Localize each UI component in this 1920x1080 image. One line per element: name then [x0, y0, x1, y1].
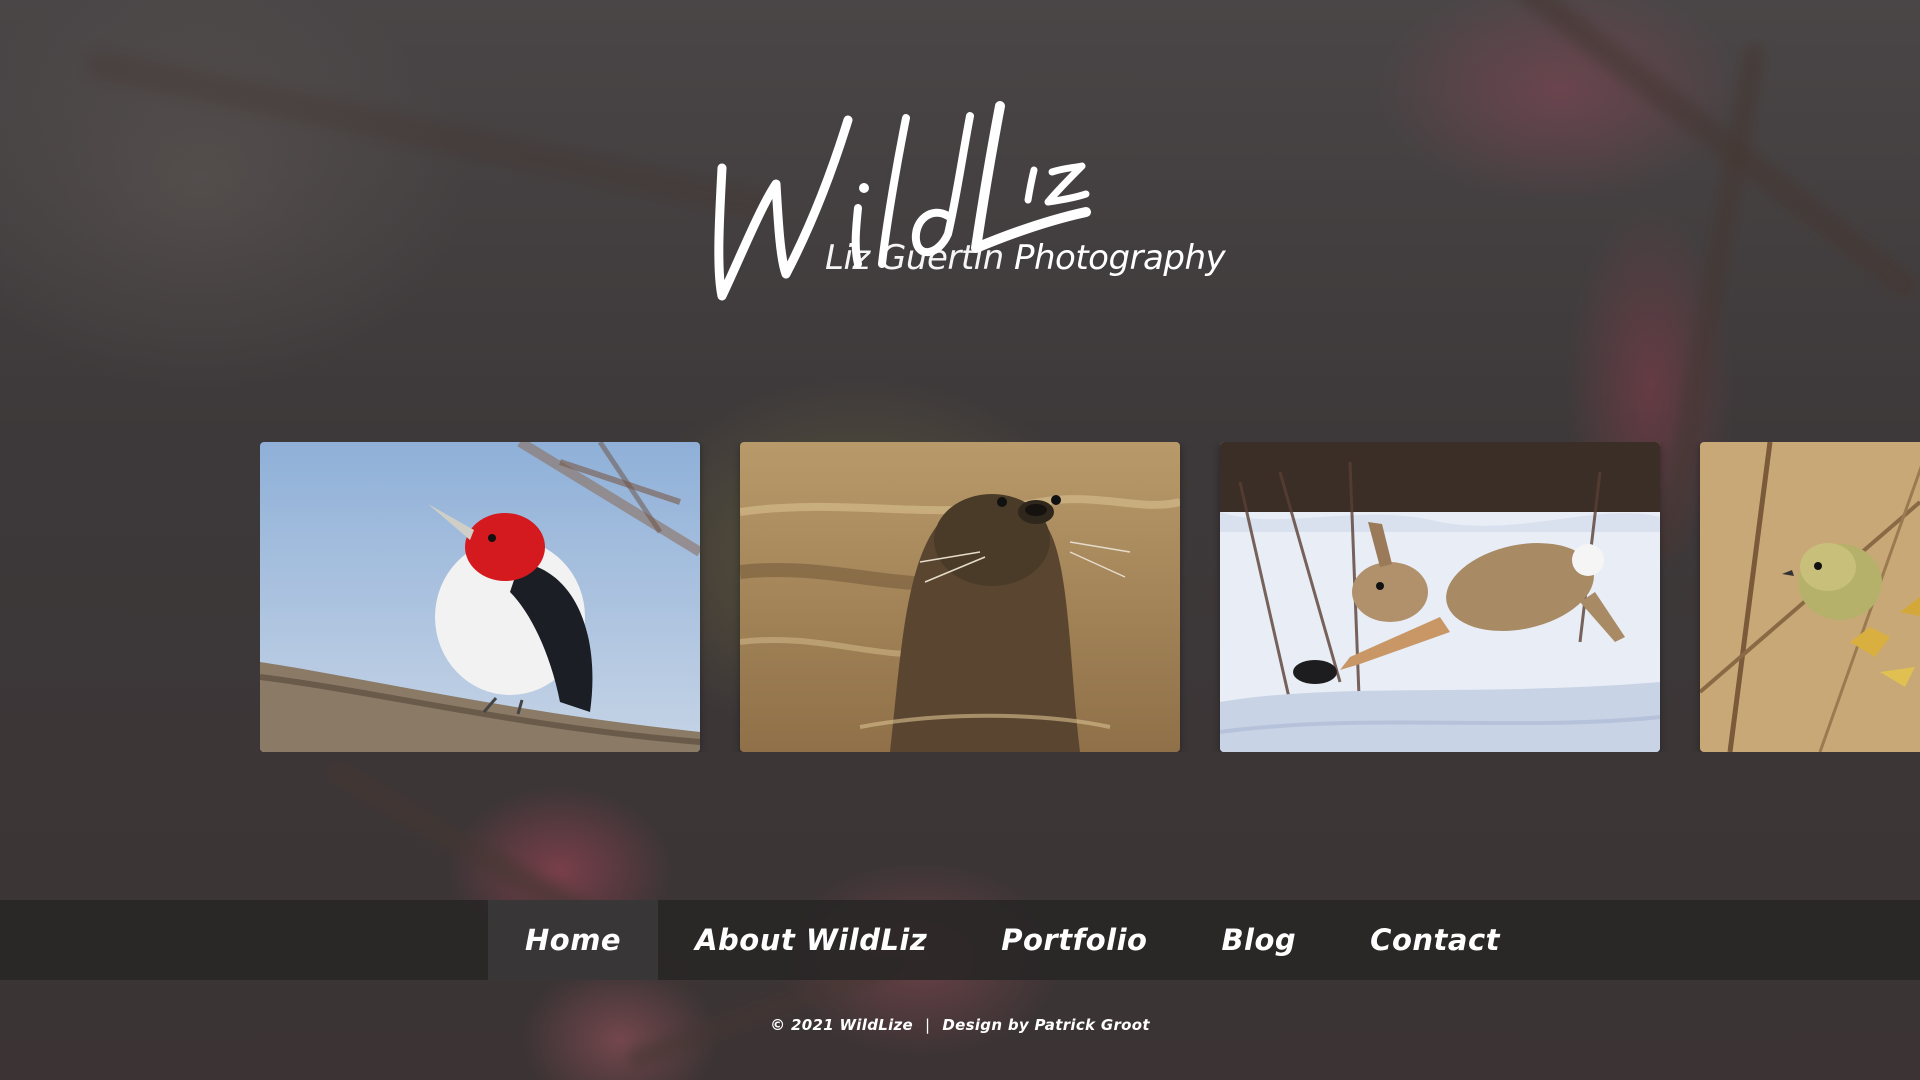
nav-item-home[interactable]: Home	[488, 900, 659, 980]
background-branch	[84, 47, 776, 223]
logo-subtitle: Liz Guertin Photography	[825, 238, 1226, 278]
site-footer: © 2021 WildLize | Design by Patrick Groot	[0, 1016, 1920, 1034]
footer-design-credit-link[interactable]: Design by Patrick Groot	[942, 1016, 1149, 1034]
woodpecker-image	[260, 442, 700, 752]
footer-copyright: © 2021 WildLize	[770, 1016, 914, 1034]
rabbit-image	[1220, 442, 1660, 752]
logo-subtitle-photography: Photography	[1013, 238, 1226, 278]
nav-menu: Home About WildLiz Portfolio Blog Contac…	[488, 900, 1537, 980]
page-background: Liz Guertin Photography Home About WildL…	[0, 0, 1920, 1080]
nav-item-blog[interactable]: Blog	[1184, 900, 1333, 980]
footer-separator: |	[925, 1016, 931, 1034]
photo-carousel	[260, 442, 1920, 752]
logo-subtitle-name: Liz Guertin	[825, 238, 1004, 278]
site-logo[interactable]: Liz Guertin Photography	[700, 88, 1226, 308]
nav-item-about[interactable]: About WildLiz	[658, 900, 964, 980]
gallery-photo-rabbit[interactable]	[1220, 442, 1660, 752]
otter-image	[740, 442, 1180, 752]
gallery-photo-kinglet[interactable]	[1700, 442, 1920, 752]
nav-item-portfolio[interactable]: Portfolio	[964, 900, 1184, 980]
nav-item-contact[interactable]: Contact	[1333, 900, 1537, 980]
gallery-photo-woodpecker[interactable]	[260, 442, 700, 752]
kinglet-image	[1700, 442, 1920, 752]
main-navigation: Home About WildLiz Portfolio Blog Contac…	[0, 900, 1920, 980]
gallery-photo-otter[interactable]	[740, 442, 1180, 752]
